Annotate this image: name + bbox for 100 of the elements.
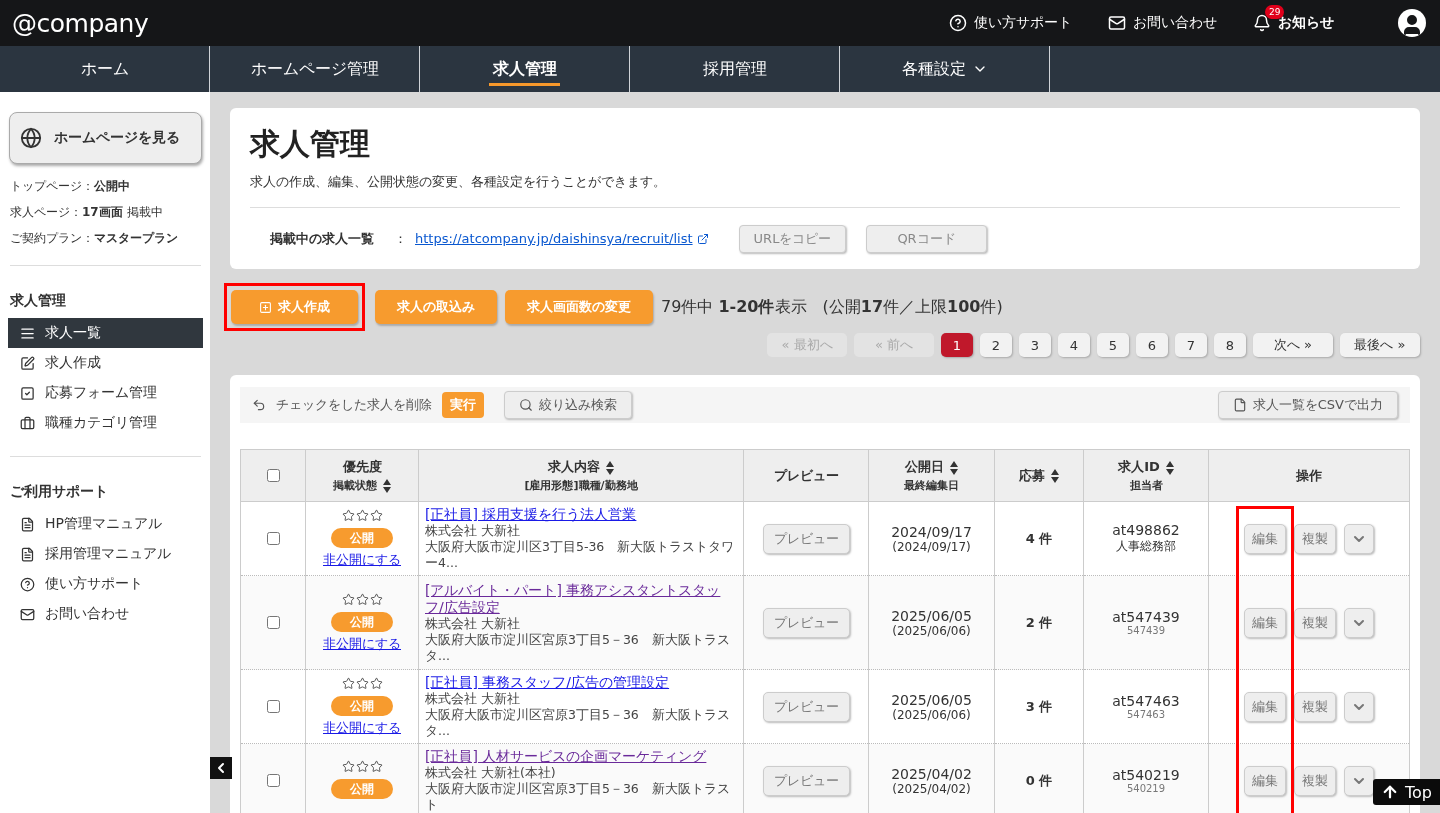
job-title-link[interactable]: [正社員] 人材サービスの企画マーケティング bbox=[425, 748, 737, 765]
pagination-button[interactable]: 4 bbox=[1058, 333, 1090, 357]
header-link[interactable]: 使い方サポート bbox=[949, 14, 1072, 32]
priority-stars[interactable] bbox=[341, 592, 383, 606]
company-logo[interactable]: @company bbox=[12, 8, 149, 38]
csv-export-button[interactable]: 求人一覧をCSVで出力 bbox=[1217, 391, 1398, 419]
unpublish-link[interactable]: 非公開にする bbox=[310, 718, 414, 737]
star-icon[interactable] bbox=[355, 676, 369, 690]
duplicate-button[interactable]: 複製 bbox=[1294, 691, 1336, 722]
sort-icon[interactable] bbox=[1051, 469, 1059, 483]
list-url-link[interactable]: https://atcompany.jp/daishinsya/recruit/list bbox=[415, 231, 709, 246]
star-icon[interactable] bbox=[369, 759, 383, 773]
job-title-link[interactable]: [正社員] 採用支援を行う法人営業 bbox=[425, 506, 737, 523]
column-subheader: [雇用形態]職種/勤務地 bbox=[524, 479, 638, 492]
more-button[interactable] bbox=[1344, 691, 1374, 722]
preview-button[interactable]: プレビュー bbox=[762, 691, 850, 722]
duplicate-button[interactable]: 複製 bbox=[1294, 765, 1336, 796]
sidebar-item[interactable]: 応募フォーム管理 bbox=[8, 378, 203, 408]
owner-name: 人事総務部 bbox=[1115, 538, 1177, 555]
page-description: 求人の作成、編集、公開状態の変更、各種設定を行うことができます。 bbox=[250, 173, 667, 191]
sidebar-item[interactable]: 使い方サポート bbox=[8, 569, 203, 599]
priority-stars[interactable] bbox=[341, 508, 383, 522]
pagination-button[interactable]: 7 bbox=[1175, 333, 1207, 357]
filter-search-button[interactable]: 絞り込み検索 bbox=[504, 391, 632, 419]
unpublish-link[interactable]: 非公開にする bbox=[310, 634, 414, 653]
star-icon[interactable] bbox=[369, 592, 383, 606]
last-edited-date: (2024/09/17) bbox=[891, 539, 972, 554]
star-icon[interactable] bbox=[369, 508, 383, 522]
preview-button[interactable]: プレビュー bbox=[762, 765, 850, 796]
search-icon bbox=[519, 398, 533, 412]
sidebar-item[interactable]: 職種カテゴリ管理 bbox=[8, 408, 203, 438]
job-id: at540219 bbox=[1111, 767, 1181, 783]
duplicate-button[interactable]: 複製 bbox=[1294, 607, 1336, 638]
star-icon[interactable] bbox=[355, 759, 369, 773]
sidebar-item[interactable]: お問い合わせ bbox=[8, 599, 203, 629]
row-checkbox[interactable] bbox=[267, 532, 280, 545]
company-name: 株式会社 大新社 bbox=[425, 615, 521, 632]
column-subheader: 掲載状態 bbox=[333, 479, 377, 492]
sidebar-item[interactable]: 求人一覧 bbox=[8, 318, 203, 348]
row-checkbox[interactable] bbox=[267, 616, 280, 629]
header-link[interactable]: お問い合わせ bbox=[1108, 14, 1217, 32]
work-address: 大阪府大阪市淀川区宮原3丁目5－36 新大阪トラスタ... bbox=[425, 707, 731, 739]
job-title-link[interactable]: [正社員] 事務スタッフ/広告の管理設定 bbox=[425, 674, 737, 691]
edit-button[interactable]: 編集 bbox=[1244, 765, 1286, 796]
more-button[interactable] bbox=[1344, 765, 1374, 796]
select-all-checkbox[interactable] bbox=[267, 469, 280, 482]
view-homepage-button[interactable]: ホームページを見る bbox=[9, 112, 202, 164]
more-button[interactable] bbox=[1344, 523, 1374, 554]
pagination-button[interactable]: 3 bbox=[1019, 333, 1051, 357]
sort-icon[interactable] bbox=[606, 460, 614, 475]
column-header: 公開日 bbox=[905, 459, 944, 474]
unpublish-link[interactable]: 非公開にする bbox=[310, 550, 414, 569]
pagination-button[interactable]: 6 bbox=[1136, 333, 1168, 357]
sidebar-item[interactable]: 求人作成 bbox=[8, 348, 203, 378]
star-icon[interactable] bbox=[355, 508, 369, 522]
pagination-button[interactable]: 次へ » bbox=[1253, 333, 1333, 357]
collapse-sidebar-button[interactable] bbox=[210, 757, 232, 779]
avatar-icon[interactable] bbox=[1398, 9, 1426, 37]
star-icon[interactable] bbox=[341, 676, 355, 690]
info-value: 17画面 掲載中 bbox=[82, 205, 163, 219]
sort-icon[interactable] bbox=[383, 479, 391, 493]
publish-date: 2025/06/05 bbox=[890, 607, 973, 624]
preview-button[interactable]: プレビュー bbox=[762, 607, 850, 638]
info-label: トップページ： bbox=[10, 179, 94, 193]
column-header: プレビュー bbox=[773, 467, 839, 483]
back-to-top-button[interactable]: Top bbox=[1373, 779, 1440, 805]
last-edited-date: (2025/04/02) bbox=[891, 781, 972, 796]
row-checkbox[interactable] bbox=[267, 774, 280, 787]
more-button[interactable] bbox=[1344, 607, 1374, 638]
envelope-icon bbox=[1108, 14, 1126, 32]
row-checkbox[interactable] bbox=[267, 700, 280, 713]
sort-icon[interactable] bbox=[950, 460, 958, 475]
pagination-button[interactable]: 2 bbox=[980, 333, 1012, 357]
briefcase-icon bbox=[20, 415, 35, 431]
edit-button[interactable]: 編集 bbox=[1244, 691, 1286, 722]
star-icon[interactable] bbox=[355, 592, 369, 606]
star-icon[interactable] bbox=[369, 676, 383, 690]
priority-stars[interactable] bbox=[341, 676, 383, 690]
sidebar-item[interactable]: 採用管理マニュアル bbox=[8, 539, 203, 569]
owner-name: 547439 bbox=[1125, 625, 1167, 636]
star-icon[interactable] bbox=[341, 592, 355, 606]
duplicate-button[interactable]: 複製 bbox=[1294, 523, 1336, 554]
star-icon[interactable] bbox=[341, 508, 355, 522]
status-badge: 公開 bbox=[331, 778, 393, 799]
pagination-button[interactable]: 1 bbox=[941, 333, 973, 357]
edit-icon bbox=[20, 355, 35, 371]
sidebar-item[interactable]: HP管理マニュアル bbox=[8, 509, 203, 539]
edit-button[interactable]: 編集 bbox=[1244, 523, 1286, 554]
work-address: 大阪府大阪市淀川区宮原3丁目5－36 新大阪トラスト bbox=[425, 781, 731, 813]
pagination-button[interactable]: 最後へ » bbox=[1340, 333, 1420, 357]
priority-stars[interactable] bbox=[341, 759, 383, 773]
job-title-link[interactable]: [アルバイト・パート] 事務アシスタントスタッフ/広告設定 bbox=[425, 581, 737, 616]
preview-button[interactable]: プレビュー bbox=[762, 523, 850, 554]
pagination-button[interactable]: 5 bbox=[1097, 333, 1129, 357]
sort-icon[interactable] bbox=[1165, 460, 1174, 475]
star-icon[interactable] bbox=[341, 759, 355, 773]
pagination-button[interactable]: 8 bbox=[1214, 333, 1246, 357]
info-label: ご契約プラン： bbox=[10, 231, 94, 245]
column-subheader: 担当者 bbox=[1129, 479, 1163, 492]
edit-button[interactable]: 編集 bbox=[1244, 607, 1286, 638]
